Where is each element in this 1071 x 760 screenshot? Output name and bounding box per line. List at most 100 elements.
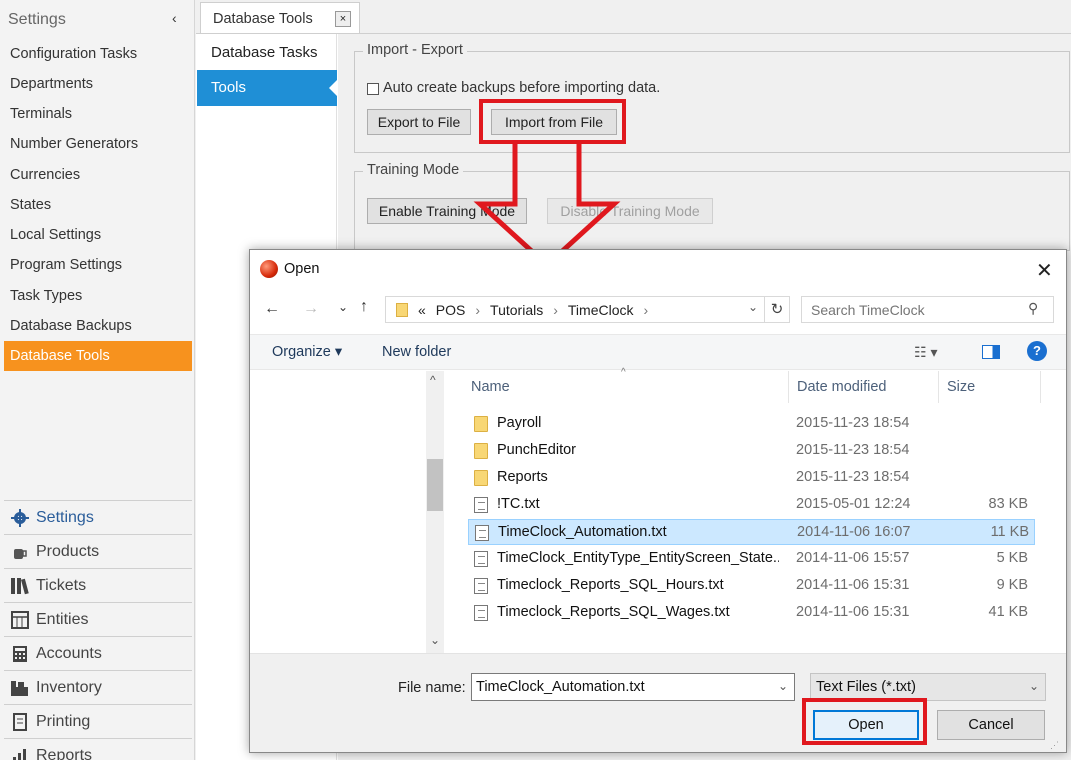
scroll-up-icon[interactable]: ^: [430, 373, 436, 387]
column-size[interactable]: Size: [947, 379, 975, 395]
close-dialog-icon[interactable]: ✕: [1036, 258, 1053, 283]
printing-icon: [9, 712, 31, 732]
nav-tickets[interactable]: Tickets: [4, 568, 192, 602]
import-export-legend: Import - Export: [363, 42, 467, 58]
file-row[interactable]: Timeclock_Reports_SQL_Wages.txt 2014-11-…: [468, 600, 1035, 626]
settings-item-configuration-tasks[interactable]: Configuration Tasks: [4, 39, 192, 69]
scroll-down-icon[interactable]: ⌄: [430, 633, 440, 647]
file-row[interactable]: Timeclock_Reports_SQL_Hours.txt 2014-11-…: [468, 573, 1035, 599]
file-size: 5 KB: [996, 550, 1028, 566]
organize-label: Organize: [272, 344, 331, 360]
nav-entities[interactable]: Entities: [4, 602, 192, 636]
nav-inventory[interactable]: Inventory: [4, 670, 192, 704]
text-file-icon: [474, 551, 488, 567]
file-row[interactable]: Payroll 2015-11-23 18:54: [468, 411, 1035, 437]
help-icon[interactable]: ?: [1027, 341, 1047, 361]
export-to-file-button[interactable]: Export to File: [367, 109, 471, 135]
view-options-icon[interactable]: ☷ ▾: [914, 344, 937, 361]
crumb-tutorials[interactable]: Tutorials: [490, 302, 543, 318]
nav-printing[interactable]: Printing: [4, 704, 192, 738]
tools-item[interactable]: Tools: [197, 70, 337, 106]
file-row[interactable]: TimeClock_EntityType_EntityScreen_State.…: [468, 546, 1035, 572]
settings-item-departments[interactable]: Departments: [4, 69, 192, 99]
recent-locations-chevron-icon[interactable]: ⌄: [338, 300, 348, 314]
file-row[interactable]: Reports 2015-11-23 18:54: [468, 465, 1035, 491]
grid-icon: [9, 610, 31, 630]
close-tab-icon[interactable]: ×: [335, 11, 351, 27]
coffee-icon: [9, 542, 31, 562]
file-date: 2014-11-06 15:31: [796, 604, 910, 620]
file-name: TimeClock_EntityType_EntityScreen_State.…: [497, 550, 779, 566]
file-type-dropdown-icon[interactable]: ⌄: [1029, 679, 1039, 693]
file-date: 2014-11-06 16:07: [797, 524, 911, 540]
refresh-icon[interactable]: ↻: [764, 296, 790, 323]
column-date-modified[interactable]: Date modified: [797, 379, 886, 395]
settings-item-database-tools[interactable]: Database Tools: [4, 341, 192, 371]
settings-item-task-types[interactable]: Task Types: [4, 281, 192, 311]
text-file-icon: [474, 605, 488, 621]
file-row[interactable]: !TC.txt 2015-05-01 12:24 83 KB: [468, 492, 1035, 518]
file-date: 2015-11-23 18:54: [796, 469, 910, 485]
resize-grip-icon[interactable]: ⋰: [1050, 740, 1059, 751]
address-bar[interactable]: « POS › Tutorials › TimeClock › ⌄: [385, 296, 789, 323]
nav-tickets-label: Tickets: [36, 576, 87, 594]
nav-accounts[interactable]: Accounts: [4, 636, 192, 670]
file-name-dropdown-icon[interactable]: ⌄: [778, 679, 788, 693]
navigation-scrollbar[interactable]: ^ ⌄: [426, 371, 444, 653]
database-tasks-item[interactable]: Database Tasks: [211, 44, 317, 61]
settings-item-local-settings[interactable]: Local Settings: [4, 220, 192, 250]
settings-item-terminals[interactable]: Terminals: [4, 99, 192, 129]
address-overflow[interactable]: «: [418, 302, 426, 318]
nav-accounts-label: Accounts: [36, 644, 102, 662]
settings-item-currencies[interactable]: Currencies: [4, 160, 192, 190]
search-input[interactable]: [801, 296, 1054, 323]
folder-icon: [474, 416, 488, 432]
tickets-icon: [9, 576, 31, 596]
column-name[interactable]: Name: [471, 379, 510, 395]
forward-arrow-icon[interactable]: →: [303, 300, 319, 318]
file-row-selected[interactable]: TimeClock_Automation.txt 2014-11-06 16:0…: [468, 519, 1035, 545]
text-file-icon: [475, 525, 489, 541]
file-date: 2015-11-23 18:54: [796, 442, 910, 458]
file-date: 2014-11-06 15:31: [796, 577, 910, 593]
settings-item-number-generators[interactable]: Number Generators: [4, 129, 192, 159]
nav-products[interactable]: Products: [4, 534, 192, 568]
column-separator[interactable]: [1040, 371, 1041, 403]
auto-backup-checkbox[interactable]: [367, 83, 379, 95]
import-export-group: Import - Export Auto create backups befo…: [354, 42, 1070, 153]
file-type-select[interactable]: Text Files (*.txt): [810, 673, 1046, 701]
nav-reports-label: Reports: [36, 746, 93, 760]
collapse-chevron-icon[interactable]: ‹: [172, 10, 177, 26]
settings-item-program-settings[interactable]: Program Settings: [4, 250, 192, 280]
tab-database-tools[interactable]: Database Tools ×: [200, 2, 360, 33]
file-size: 11 KB: [990, 524, 1029, 540]
folder-icon: [474, 443, 488, 459]
file-row[interactable]: PunchEditor 2015-11-23 18:54: [468, 438, 1035, 464]
settings-item-database-backups[interactable]: Database Backups: [4, 311, 192, 341]
nav-reports[interactable]: Reports: [4, 738, 192, 760]
cancel-button[interactable]: Cancel: [937, 710, 1045, 740]
auto-backup-label: Auto create backups before importing dat…: [383, 80, 661, 96]
settings-item-states[interactable]: States: [4, 190, 192, 220]
file-name: PunchEditor: [497, 442, 576, 458]
new-folder-button[interactable]: New folder: [382, 344, 451, 360]
organize-menu[interactable]: Organize ▾: [272, 344, 342, 360]
folder-icon: [396, 303, 408, 317]
file-size: 41 KB: [988, 604, 1029, 620]
address-dropdown-icon[interactable]: ⌄: [748, 300, 758, 314]
file-date: 2014-11-06 15:57: [796, 550, 910, 566]
nav-settings[interactable]: Settings: [4, 500, 192, 534]
file-name-input[interactable]: [471, 673, 795, 701]
crumb-separator-icon: ›: [475, 302, 481, 318]
column-separator[interactable]: [938, 371, 939, 403]
file-date: 2015-05-01 12:24: [796, 496, 911, 512]
back-arrow-icon[interactable]: ←: [264, 300, 280, 318]
dialog-title: Open: [284, 261, 320, 277]
preview-pane-icon[interactable]: [982, 345, 1000, 359]
crumb-pos[interactable]: POS: [436, 302, 466, 318]
file-name: Timeclock_Reports_SQL_Hours.txt: [497, 577, 724, 593]
scrollbar-thumb[interactable]: [427, 459, 443, 511]
column-separator[interactable]: [788, 371, 789, 403]
up-arrow-icon[interactable]: ↑: [360, 298, 368, 316]
crumb-timeclock[interactable]: TimeClock: [568, 302, 634, 318]
